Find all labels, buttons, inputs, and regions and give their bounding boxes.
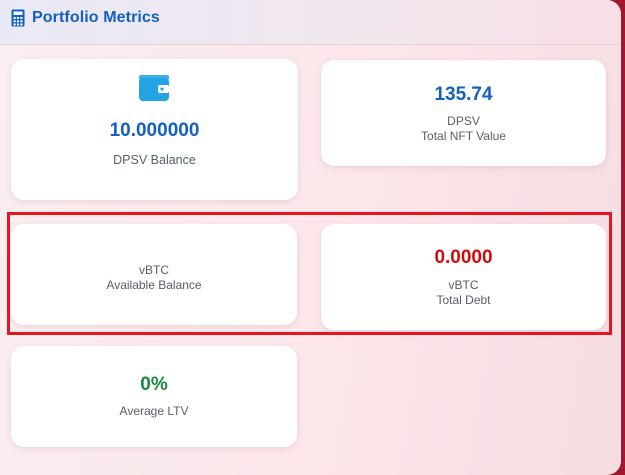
nft-value-amount: 135.74 — [434, 84, 493, 105]
panel-title: Portfolio Metrics — [32, 9, 160, 26]
nft-value-label: Total NFT Value — [421, 129, 506, 143]
nft-value-unit: DPSV — [447, 114, 480, 128]
calculator-icon — [11, 9, 25, 27]
dpsv-balance-card: 10.000000 DPSV Balance — [11, 59, 298, 200]
nft-value-card: 135.74 DPSV Total NFT Value — [321, 60, 606, 166]
portfolio-metrics-panel: Portfolio Metrics 10.000000 DPSV Balance… — [0, 0, 621, 475]
dpsv-balance-value: 10.000000 — [109, 120, 200, 141]
highlight-box — [7, 212, 612, 335]
average-ltv-value: 0% — [140, 374, 168, 395]
average-ltv-card: 0% Average LTV — [11, 346, 297, 447]
panel-header: Portfolio Metrics — [0, 0, 621, 45]
average-ltv-label: Average LTV — [119, 404, 189, 418]
wallet-icon — [139, 75, 169, 101]
dpsv-balance-label: DPSV Balance — [113, 153, 196, 167]
